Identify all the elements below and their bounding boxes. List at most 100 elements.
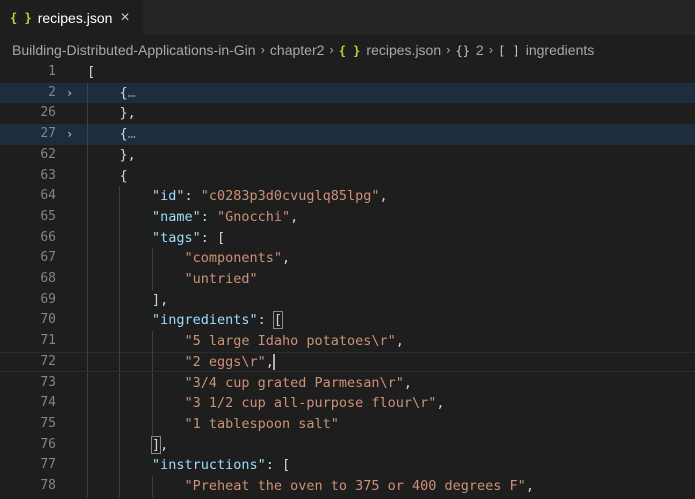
indent-guide xyxy=(87,393,88,414)
breadcrumb-folder-chapter2[interactable]: chapter2 xyxy=(270,42,324,58)
close-icon[interactable]: × xyxy=(120,9,129,27)
code-line[interactable]: 75 "1 tablespoon salt" xyxy=(0,413,695,435)
code-line[interactable]: 62}, xyxy=(0,144,695,166)
code-text: "id": "c0283p3d0cvuglq85lpg", xyxy=(152,186,388,207)
indent-guide xyxy=(119,186,121,207)
breadcrumb-object[interactable]: {} 2 xyxy=(455,42,483,58)
indent-guide xyxy=(151,351,153,373)
json-string: "3/4 cup grated Parmesan\r" xyxy=(184,374,404,391)
code-line[interactable]: 26}, xyxy=(0,103,695,125)
indent-guide xyxy=(87,82,88,104)
line-number: 72 xyxy=(40,353,56,369)
chevron-right-icon: › xyxy=(329,42,334,57)
code-line[interactable]: 72 "2 eggs\r", xyxy=(0,351,695,373)
json-string: "components" xyxy=(184,250,282,267)
punctuation: , xyxy=(395,333,404,350)
tab-recipes-json[interactable]: { } recipes.json × xyxy=(0,0,143,35)
code-text: "tags": [ xyxy=(152,228,225,249)
indent-guide xyxy=(87,289,88,311)
punctuation: ], xyxy=(151,291,169,308)
punctuation: , xyxy=(160,436,169,453)
code-line[interactable]: 66 "tags": [ xyxy=(0,227,695,249)
punctuation: , xyxy=(436,395,445,412)
indent-guide xyxy=(87,351,88,373)
code-line[interactable]: 68 "untried" xyxy=(0,269,695,290)
punctuation: [ xyxy=(87,64,96,80)
bracket-match: ] xyxy=(150,435,162,454)
indent-guide xyxy=(151,372,153,394)
breadcrumb-folder-root[interactable]: Building-Distributed-Applications-in-Gin xyxy=(12,42,256,58)
indent-guide xyxy=(119,331,121,352)
punctuation: : [ xyxy=(200,229,226,246)
line-number: 69 xyxy=(40,291,56,307)
code-line[interactable]: 70 "ingredients": [ xyxy=(0,310,695,332)
json-key: "tags" xyxy=(151,229,201,246)
code-text: "5 large Idaho potatoes\r", xyxy=(184,331,403,352)
indent-guide xyxy=(119,455,121,476)
json-key: "ingredients" xyxy=(151,312,258,329)
line-number: 62 xyxy=(40,146,56,162)
breadcrumb-file-label: recipes.json xyxy=(366,41,442,58)
indent-guide xyxy=(119,372,121,394)
indent-guide xyxy=(87,248,88,269)
line-number: 73 xyxy=(40,374,56,390)
json-string: "1 tablespoon salt" xyxy=(184,415,339,432)
json-string: "untried" xyxy=(184,271,258,287)
line-number: 1 xyxy=(48,64,56,79)
line-number: 68 xyxy=(40,271,56,286)
punctuation: }, xyxy=(119,146,136,163)
code-line[interactable]: 2 › {… xyxy=(0,82,695,104)
chevron-right-icon: › xyxy=(488,42,494,57)
code-editor[interactable]: 1[2 › {… 26}, 27 › {… 62}, 63{64 "id": "c0283p3d0… xyxy=(0,62,695,499)
code-line[interactable]: 73 "3/4 cup grated Parmesan\r", xyxy=(0,372,695,394)
code-line[interactable]: 74 "3 1/2 cup all-purpose flour\r", xyxy=(0,393,695,414)
code-line[interactable]: 67 "components", xyxy=(0,248,695,269)
code-text: }, xyxy=(119,145,135,166)
code-line[interactable]: 63 { xyxy=(0,165,695,187)
code-line[interactable]: 78 "Preheat the oven to 375 or 400 degree… xyxy=(0,476,695,497)
fold-chevron-icon[interactable]: › xyxy=(66,83,80,104)
text-cursor xyxy=(272,353,275,370)
breadcrumb-array[interactable]: [ ] ingredients xyxy=(498,42,594,58)
code-line[interactable]: 64 "id": "c0283p3d0cvuglq85lpg", xyxy=(0,186,695,207)
code-text: "untried" xyxy=(184,269,257,290)
line-number: 75 xyxy=(40,415,56,431)
object-icon: {} xyxy=(455,43,470,58)
indent-guide xyxy=(87,455,88,476)
array-icon: [ ] xyxy=(498,43,520,58)
line-number: 26 xyxy=(40,105,56,121)
breadcrumb-file[interactable]: { } recipes.json xyxy=(339,42,441,58)
punctuation: { xyxy=(119,126,128,143)
indent-guide xyxy=(119,269,121,290)
json-string: "Gnocchi" xyxy=(217,208,291,225)
json-key: "name" xyxy=(151,208,201,225)
code-line[interactable]: 71 "5 large Idaho potatoes\r", xyxy=(0,331,695,352)
json-file-icon: { } xyxy=(338,43,361,58)
indent-guide xyxy=(151,331,153,352)
indent-guide xyxy=(87,165,88,187)
code-text: "components", xyxy=(184,248,290,269)
code-line[interactable]: 76], xyxy=(0,434,695,456)
fold-chevron-icon[interactable]: › xyxy=(66,124,80,145)
line-number: 2 xyxy=(48,84,56,100)
chevron-right-icon: › xyxy=(260,42,265,57)
code-line[interactable]: 1[ xyxy=(0,62,695,83)
code-text: [ xyxy=(87,62,95,83)
json-string: "c0283p3d0cvuglq85lpg" xyxy=(200,188,380,205)
indent-guide xyxy=(151,476,153,497)
code-line[interactable]: 65 "name": "Gnocchi", xyxy=(0,206,695,228)
indent-guide xyxy=(87,144,88,166)
code-text: "name": "Gnocchi", xyxy=(152,207,298,228)
indent-guide xyxy=(151,248,153,269)
indent-guide xyxy=(87,310,88,332)
line-number: 74 xyxy=(40,395,56,411)
code-line[interactable]: 27 › {… xyxy=(0,124,695,145)
indent-guide xyxy=(151,413,153,435)
json-string: "Preheat the oven to 375 or 400 degrees … xyxy=(184,478,526,494)
code-line[interactable]: 69], xyxy=(0,289,695,311)
code-text: "instructions": [ xyxy=(152,455,290,476)
code-text: "Preheat the oven to 375 or 400 degrees … xyxy=(184,476,534,497)
code-text: "3/4 cup grated Parmesan\r", xyxy=(184,373,412,394)
code-line[interactable]: 77 "instructions": [ xyxy=(0,455,695,476)
indent-guide xyxy=(87,269,88,290)
